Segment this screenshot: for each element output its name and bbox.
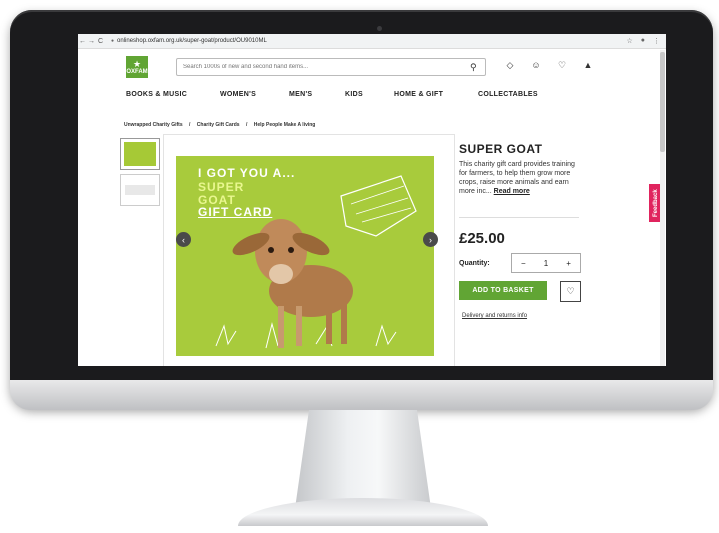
divider [459, 217, 579, 218]
next-image-button[interactable]: › [423, 232, 438, 247]
url-text: onlineshop.oxfam.org.uk/super-goat/produ… [117, 38, 267, 44]
monitor-chin [10, 380, 713, 410]
camera [377, 26, 382, 31]
product-image: I GOT YOU A... SUPER GOAT GIFT CARD [176, 156, 434, 356]
product-title: SUPER GOAT [459, 142, 543, 156]
scrollbar-thumb[interactable] [660, 52, 665, 152]
quantity-stepper: − 1 + [511, 253, 581, 273]
screen: ← → C ● onlineshop.oxfam.org.uk/super-go… [78, 34, 666, 366]
heart-icon: ♡ [566, 286, 575, 296]
logo-text: OXFAM [126, 68, 148, 75]
delivery-returns-link[interactable]: Delivery and returns info [462, 313, 527, 319]
nav-item-kids[interactable]: KIDS [345, 91, 394, 98]
read-more-link[interactable]: Read more [494, 188, 530, 195]
user-icon[interactable]: ☺ [529, 60, 543, 71]
thumbnail-image [124, 142, 156, 166]
nav-item-books-music[interactable]: BOOKS & MUSIC [126, 91, 220, 98]
account-icon[interactable]: ● [641, 37, 645, 45]
lock-icon: ● [111, 38, 115, 44]
browser-actions: ☆ ● ⋮ [626, 37, 666, 45]
nav-item-home-gift[interactable]: HOME & GIFT [394, 91, 478, 98]
basket-icon[interactable]: ▲ [581, 60, 595, 71]
breadcrumb-item[interactable]: Charity Gift Cards [197, 122, 240, 128]
search-input[interactable] [177, 63, 470, 71]
add-to-wishlist-button[interactable]: ♡ [560, 281, 581, 302]
breadcrumb-item[interactable]: Help People Make A living [254, 122, 316, 128]
site-header: ★ OXFAM ⚲ ◇ ☺ ♡ ▲ [78, 48, 666, 84]
main-nav: BOOKS & MUSIC WOMEN'S MEN'S KIDS HOME & … [126, 91, 538, 98]
breadcrumb: Unwrapped Charity Gifts / Charity Gift C… [124, 122, 315, 128]
diamond-icon[interactable]: ◇ [503, 60, 517, 71]
gallery-thumbnail[interactable] [120, 138, 160, 170]
back-button[interactable]: ← [78, 38, 87, 45]
oxfam-logo[interactable]: ★ OXFAM [126, 56, 148, 78]
star-icon[interactable]: ☆ [626, 37, 632, 45]
breadcrumb-separator: / [189, 122, 191, 128]
header-icons: ◇ ☺ ♡ ▲ [503, 60, 595, 71]
increase-quantity-button[interactable]: + [566, 259, 571, 268]
monitor-stand-base [238, 498, 488, 526]
reload-button[interactable]: C [96, 38, 105, 45]
nav-item-womens[interactable]: WOMEN'S [220, 91, 289, 98]
breadcrumb-item[interactable]: Unwrapped Charity Gifts [124, 122, 183, 128]
nav-item-collectables[interactable]: COLLECTABLES [478, 91, 538, 98]
nav-item-mens[interactable]: MEN'S [289, 91, 345, 98]
breadcrumb-separator: / [245, 122, 248, 128]
gallery-thumbnail[interactable] [120, 174, 160, 206]
forward-button[interactable]: → [87, 38, 96, 45]
thumbnail-image [125, 185, 155, 195]
browser-toolbar: ← → C ● onlineshop.oxfam.org.uk/super-go… [78, 34, 666, 49]
chevron-left-icon: ‹ [182, 234, 185, 245]
previous-image-button[interactable]: ‹ [176, 232, 191, 247]
search-icon[interactable]: ⚲ [470, 62, 477, 73]
oxfam-logo-icon: ★ [132, 58, 142, 69]
quantity-value[interactable]: 1 [544, 259, 548, 268]
quantity-label: Quantity: [459, 260, 490, 267]
chevron-right-icon: › [429, 234, 432, 245]
decrease-quantity-button[interactable]: − [521, 259, 526, 268]
monitor-stand [295, 410, 431, 505]
heart-icon[interactable]: ♡ [555, 60, 569, 71]
menu-icon[interactable]: ⋮ [653, 37, 660, 45]
address-bar[interactable]: ● onlineshop.oxfam.org.uk/super-goat/pro… [111, 38, 267, 44]
product-description: This charity gift card provides training… [459, 160, 577, 196]
product-price: £25.00 [459, 230, 505, 247]
add-to-basket-button[interactable]: ADD TO BASKET [459, 281, 547, 300]
goat-illustration [215, 175, 417, 349]
search-bar: ⚲ [176, 58, 486, 76]
